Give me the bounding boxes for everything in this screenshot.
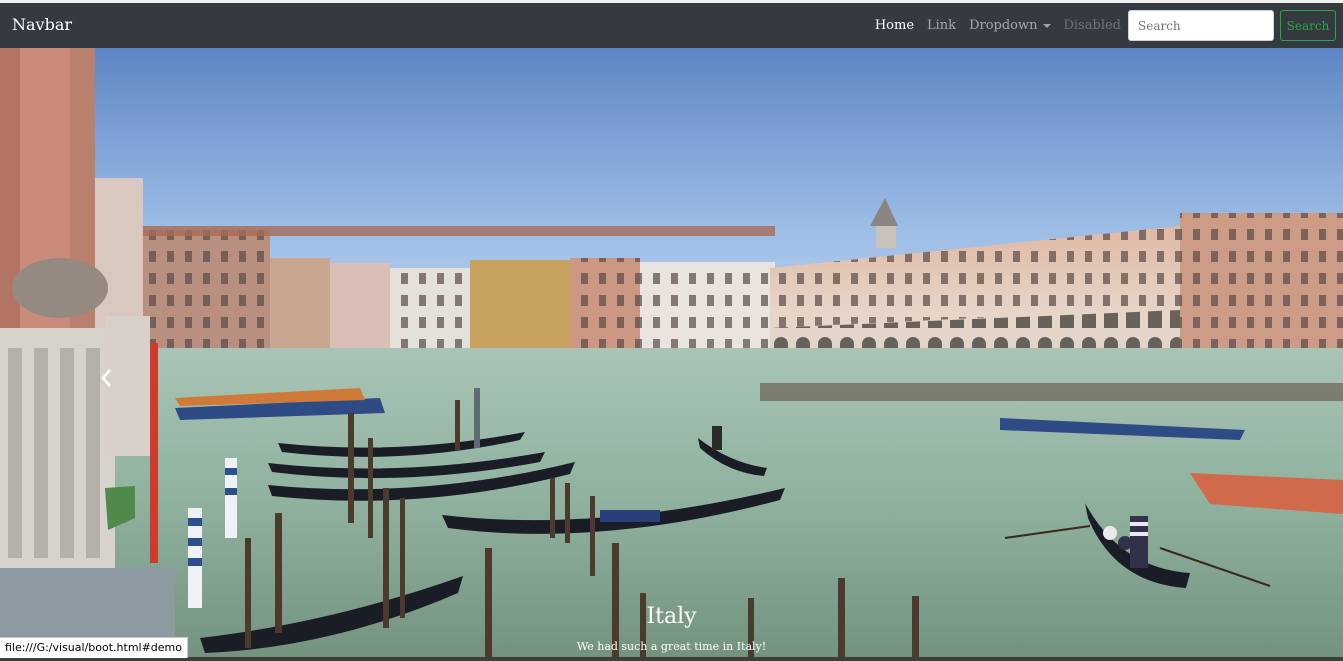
nav-dropdown-label: Dropdown bbox=[969, 18, 1038, 33]
carousel-prev-button[interactable] bbox=[86, 348, 126, 408]
navbar-brand[interactable]: Navbar bbox=[12, 15, 72, 34]
carousel-caption-text: We had such a great time in Italy! bbox=[576, 640, 767, 653]
caret-down-icon bbox=[1042, 23, 1051, 28]
chevron-left-icon bbox=[101, 369, 111, 387]
nav-home-link[interactable]: Home bbox=[875, 18, 914, 33]
search-input[interactable] bbox=[1128, 10, 1274, 41]
search-button[interactable]: Search bbox=[1280, 10, 1336, 41]
carousel-slide-image bbox=[0, 48, 1343, 657]
browser-status-bar: file:///G:/visual/boot.html#demo bbox=[0, 637, 189, 658]
carousel: Italy We had such a great time in Italy! bbox=[0, 48, 1343, 657]
navbar: Navbar Home Link Dropdown Disabled Searc… bbox=[0, 3, 1343, 48]
nav-disabled-link: Disabled bbox=[1063, 18, 1122, 33]
nav-link[interactable]: Link bbox=[927, 18, 956, 33]
carousel-caption-title: Italy bbox=[646, 604, 697, 629]
page-bottom-edge bbox=[0, 657, 1343, 661]
nav-dropdown-toggle[interactable]: Dropdown bbox=[969, 18, 1051, 33]
nav-links: Home Link Dropdown Disabled bbox=[875, 3, 1121, 48]
